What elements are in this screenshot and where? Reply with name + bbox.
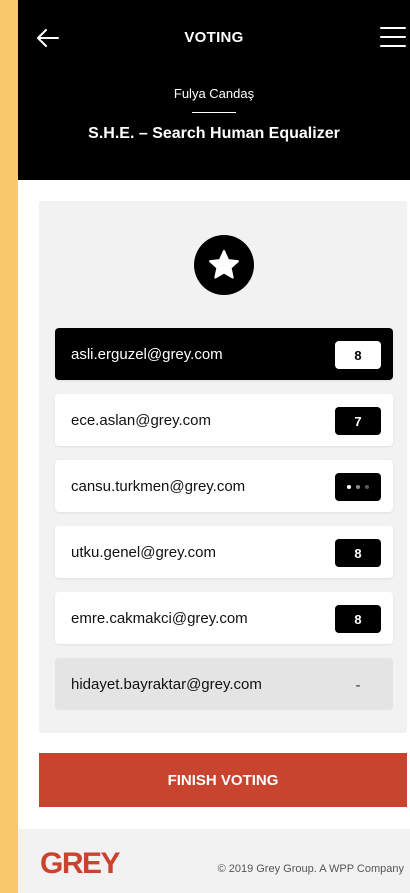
voter-email: cansu.turkmen@grey.com [71,478,246,495]
grey-logo: GREY [40,847,121,880]
vote-row[interactable]: asli.erguzel@grey.com 8 [55,328,393,380]
hamburger-menu-icon [380,27,406,47]
vote-row[interactable]: emre.cakmakci@grey.com 8 [55,592,393,644]
voter-email: asli.erguzel@grey.com [71,346,223,363]
score-badge[interactable]: 7 [335,407,381,435]
voting-panel: asli.erguzel@grey.com 8 ece.aslan@grey.c… [39,201,407,733]
loading-dots-icon [345,485,372,489]
voter-name: Fulya Candaş [173,86,255,101]
star-icon [209,250,239,279]
header-divider [192,112,236,113]
footer: GREY © 2019 Grey Group. A WPP Company [18,829,410,893]
vote-row[interactable]: utku.genel@grey.com 8 [55,526,393,578]
copyright-text: © 2019 Grey Group. A WPP Company [217,863,404,875]
voting-screen: VOTING Fulya Candaş S.H.E. – Search Huma… [18,0,410,893]
score-placeholder: - [355,676,361,694]
score-badge[interactable]: 8 [335,539,381,567]
voter-email: ece.aslan@grey.com [71,412,212,429]
menu-button[interactable] [378,22,408,52]
star-badge [194,235,254,295]
project-name: S.H.E. – Search Human Equalizer [88,125,340,142]
voter-email: hidayet.bayraktar@grey.com [71,676,262,693]
score-badge[interactable]: 8 [335,341,381,369]
score-badge[interactable]: 8 [335,605,381,633]
finish-voting-button[interactable]: FINISH VOTING [39,753,407,807]
header: VOTING Fulya Candaş S.H.E. – Search Huma… [18,0,410,180]
vote-row[interactable]: cansu.turkmen@grey.com [55,460,393,512]
score-badge-pending[interactable] [335,473,381,501]
vote-row[interactable]: ece.aslan@grey.com 7 [55,394,393,446]
vote-row-disabled: hidayet.bayraktar@grey.com - [55,658,393,710]
page-title: VOTING [184,29,244,46]
voter-email: emre.cakmakci@grey.com [71,610,248,627]
voter-email: utku.genel@grey.com [71,544,217,561]
